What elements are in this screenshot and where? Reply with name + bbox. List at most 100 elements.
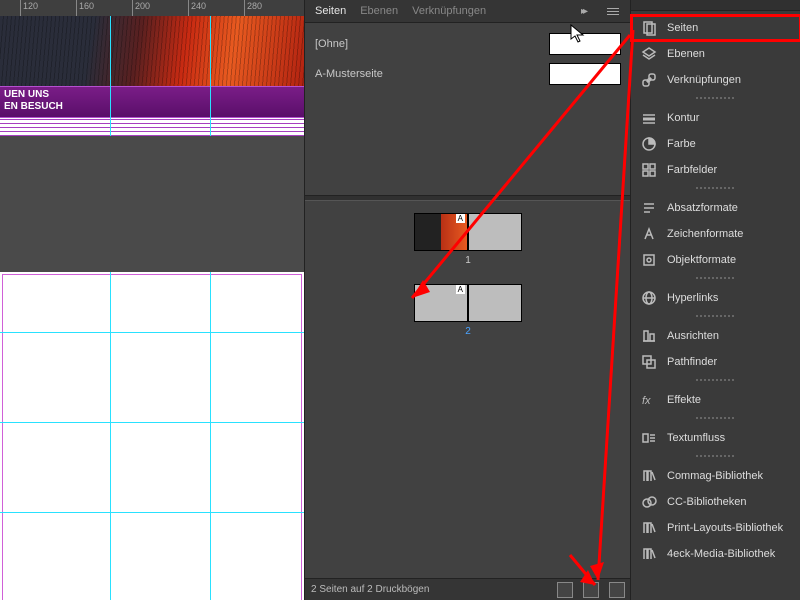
- dock-item-label: 4eck-Media-Bibliothek: [667, 548, 775, 560]
- wrap-icon: [641, 430, 657, 446]
- master-letter: A: [456, 214, 465, 223]
- tab-pages[interactable]: Seiten: [315, 5, 346, 17]
- tab-layers[interactable]: Ebenen: [360, 5, 398, 17]
- dock-item-stroke[interactable]: Kontur: [631, 105, 800, 131]
- dock-item-swatches[interactable]: Farbfelder: [631, 157, 800, 183]
- page-thumb[interactable]: A: [414, 213, 468, 251]
- page-number: 1: [465, 255, 471, 266]
- master-a-thumb[interactable]: [549, 63, 621, 85]
- dock-item-cc[interactable]: CC-Bibliotheken: [631, 489, 800, 515]
- dock-item-pages[interactable]: Seiten: [631, 15, 800, 41]
- dock-item-label: Textumfluss: [667, 432, 725, 444]
- lib-icon: [641, 520, 657, 536]
- document-canvas[interactable]: 120 160 200 240 280 UEN UNS EN BESUCH: [0, 0, 304, 600]
- master-none-thumb[interactable]: [549, 33, 621, 55]
- char-icon: [641, 226, 657, 242]
- spread-1[interactable]: A 1: [315, 213, 621, 266]
- dock-control-bar[interactable]: [631, 0, 800, 11]
- dock-item-label: Zeichenformate: [667, 228, 743, 240]
- right-dock: Seiten Ebenen Verknüpfungen Kontur Farbe Farb…: [630, 0, 800, 600]
- para-icon: [641, 200, 657, 216]
- pages-icon: [641, 20, 657, 36]
- master-a-label: A-Musterseite: [315, 68, 549, 80]
- dock-item-path[interactable]: Pathfinder: [631, 349, 800, 375]
- fx-icon: fx: [641, 392, 657, 408]
- guide[interactable]: [110, 272, 111, 600]
- dock-item-label: Verknüpfungen: [667, 74, 741, 86]
- links-icon: [641, 72, 657, 88]
- delete-page-button[interactable]: [609, 582, 625, 598]
- cc-icon: [641, 494, 657, 510]
- collapse-panel-button[interactable]: ▸▸: [581, 6, 585, 17]
- dock-item-label: Pathfinder: [667, 356, 717, 368]
- guide[interactable]: [0, 332, 304, 333]
- dock-item-wrap[interactable]: Textumfluss: [631, 425, 800, 451]
- banner-text-2: EN BESUCH: [4, 101, 63, 112]
- tab-links[interactable]: Verknüpfungen: [412, 5, 486, 17]
- ruler-horizontal[interactable]: 120 160 200 240 280: [0, 0, 304, 17]
- dock-item-obj[interactable]: Objektformate: [631, 247, 800, 273]
- lib-icon: [641, 468, 657, 484]
- guide[interactable]: [210, 16, 211, 136]
- dock-item-label: Absatzformate: [667, 202, 738, 214]
- spread-2[interactable]: A 2: [315, 284, 621, 337]
- dock-item-hyper[interactable]: Hyperlinks: [631, 285, 800, 311]
- page-2-preview: [0, 272, 304, 600]
- page-number: 2: [465, 326, 471, 337]
- panel-tabs: Seiten Ebenen Verknüpfungen ▸▸: [305, 0, 631, 23]
- page-thumb[interactable]: [468, 284, 522, 322]
- dock-item-layers[interactable]: Ebenen: [631, 41, 800, 67]
- new-page-button[interactable]: [583, 582, 599, 598]
- dock-item-lib3[interactable]: 4eck-Media-Bibliothek: [631, 541, 800, 567]
- status-text: 2 Seiten auf 2 Druckbögen: [311, 584, 429, 595]
- dock-item-label: Objektformate: [667, 254, 736, 266]
- dock-item-label: Effekte: [667, 394, 701, 406]
- master-none-label: [Ohne]: [315, 38, 549, 50]
- dock-item-label: Farbe: [667, 138, 696, 150]
- ruler-tick: 120: [20, 0, 38, 16]
- stroke-icon: [641, 110, 657, 126]
- dock-item-fx[interactable]: fx Effekte: [631, 387, 800, 413]
- hyper-icon: [641, 290, 657, 306]
- dock-item-links[interactable]: Verknüpfungen: [631, 67, 800, 93]
- dock-item-char[interactable]: Zeichenformate: [631, 221, 800, 247]
- guide[interactable]: [210, 272, 211, 600]
- ruler-tick: 240: [188, 0, 206, 16]
- dock-item-para[interactable]: Absatzformate: [631, 195, 800, 221]
- dock-item-label: Ausrichten: [667, 330, 719, 342]
- dock-item-label: Commag-Bibliothek: [667, 470, 763, 482]
- guide[interactable]: [0, 422, 304, 423]
- svg-text:fx: fx: [642, 395, 651, 407]
- dock-item-lib2[interactable]: Print-Layouts-Bibliothek: [631, 515, 800, 541]
- dock-item-label: Seiten: [667, 22, 698, 34]
- dock-item-label: Hyperlinks: [667, 292, 718, 304]
- master-a-row[interactable]: A-Musterseite: [315, 59, 621, 89]
- guide[interactable]: [110, 16, 111, 136]
- banner-text-1: UEN UNS: [4, 89, 49, 100]
- panel-status-bar: 2 Seiten auf 2 Druckbögen: [305, 578, 631, 600]
- master-none-row[interactable]: [Ohne]: [315, 29, 621, 59]
- layers-icon: [641, 46, 657, 62]
- ruler-tick: 160: [76, 0, 94, 16]
- page-thumb[interactable]: [468, 213, 522, 251]
- align-icon: [641, 328, 657, 344]
- obj-icon: [641, 252, 657, 268]
- spreads-area: A 1 A 2: [305, 201, 631, 367]
- page-1-preview: UEN UNS EN BESUCH: [0, 16, 304, 136]
- banner: UEN UNS EN BESUCH: [0, 86, 304, 118]
- dock-item-label: Farbfelder: [667, 164, 717, 176]
- edit-page-size-button[interactable]: [557, 582, 573, 598]
- page-thumb[interactable]: A: [414, 284, 468, 322]
- margin-outline: [2, 274, 302, 600]
- guide[interactable]: [0, 512, 304, 513]
- color-icon: [641, 136, 657, 152]
- panel-menu-button[interactable]: [605, 3, 621, 19]
- dock-item-align[interactable]: Ausrichten: [631, 323, 800, 349]
- ruler-tick: 280: [244, 0, 262, 16]
- dock-item-label: CC-Bibliotheken: [667, 496, 746, 508]
- dock-item-color[interactable]: Farbe: [631, 131, 800, 157]
- dock-item-lib1[interactable]: Commag-Bibliothek: [631, 463, 800, 489]
- ruler-tick: 200: [132, 0, 150, 16]
- dock-item-label: Print-Layouts-Bibliothek: [667, 522, 783, 534]
- lib-icon: [641, 546, 657, 562]
